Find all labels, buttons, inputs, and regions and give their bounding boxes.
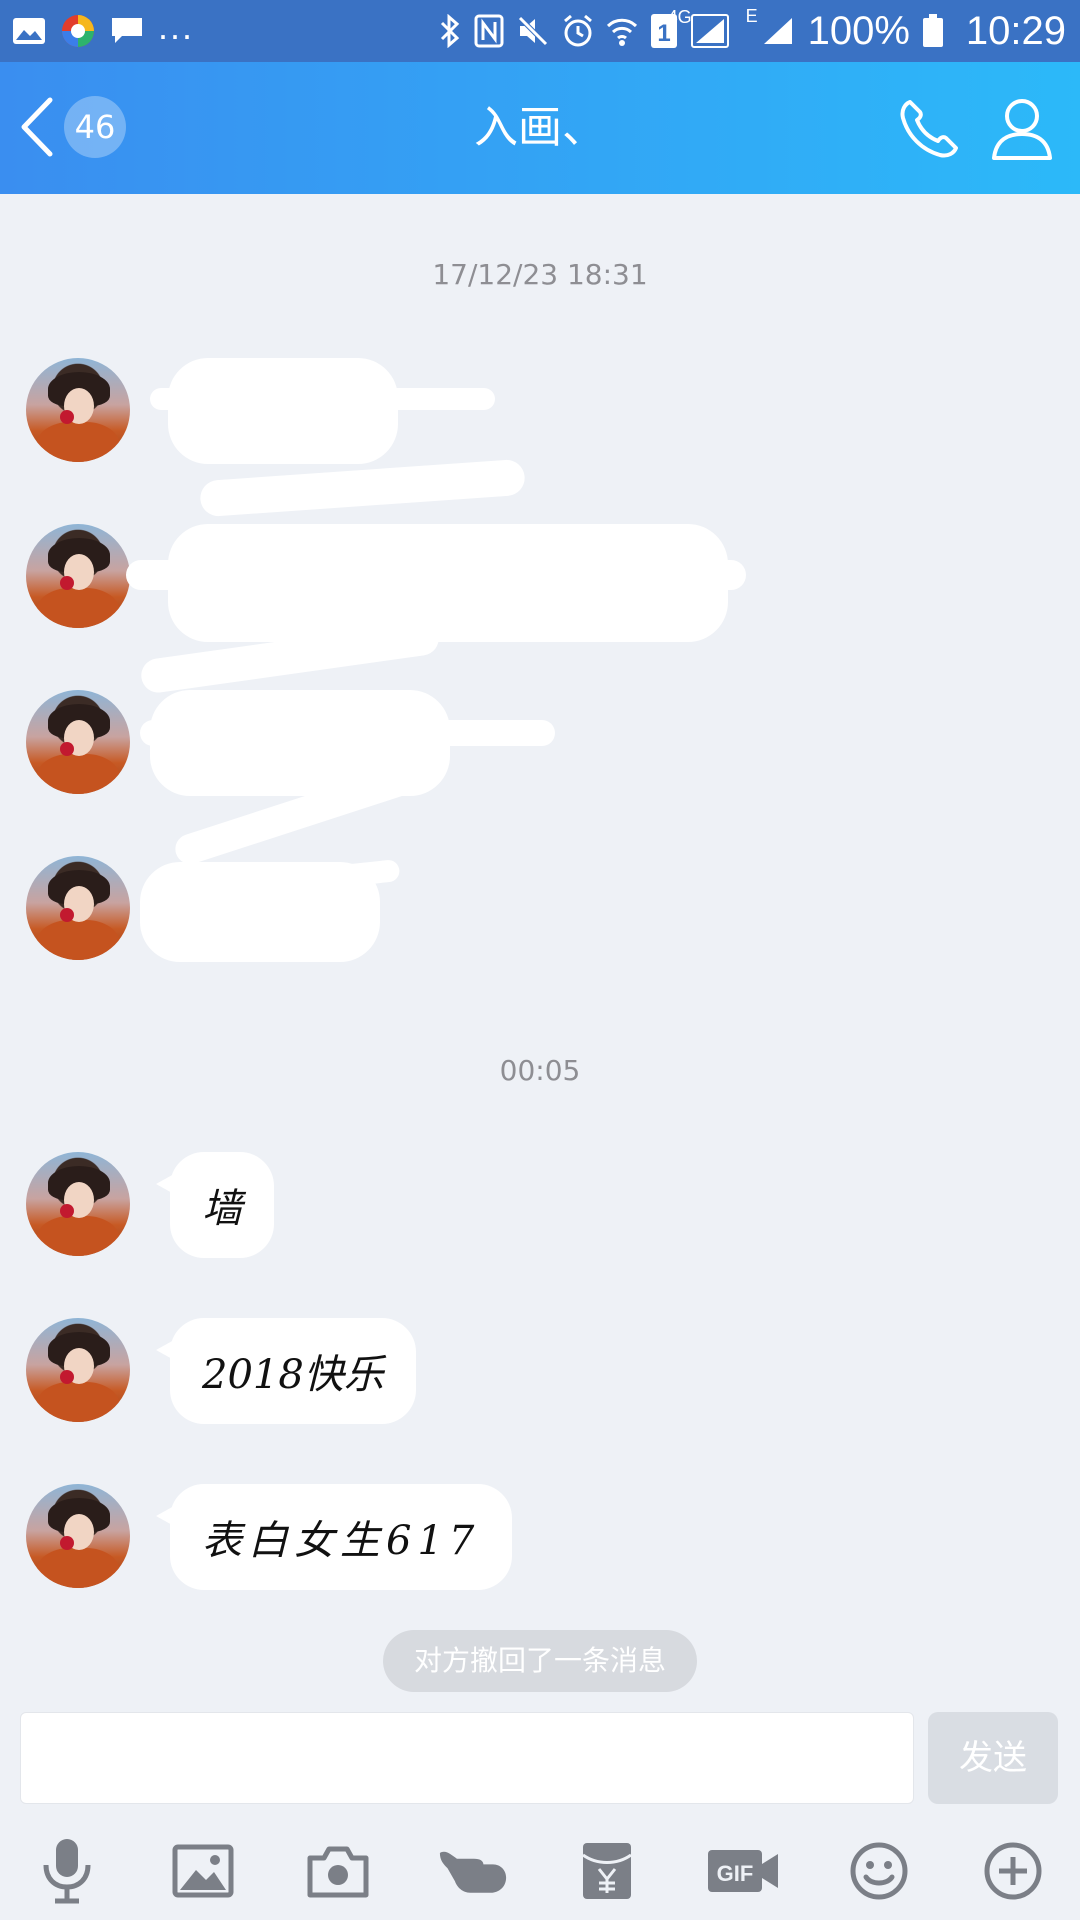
- plus-icon: [984, 1842, 1042, 1900]
- emoji-button[interactable]: [844, 1836, 914, 1906]
- contact-avatar[interactable]: [26, 1318, 130, 1422]
- emoji-icon: [850, 1842, 908, 1900]
- chevron-left-icon: [21, 97, 53, 157]
- contact-avatar[interactable]: [26, 856, 130, 960]
- contact-avatar[interactable]: [26, 358, 130, 462]
- camera-button[interactable]: [303, 1836, 373, 1906]
- mute-icon: [516, 14, 550, 48]
- voice-input-button[interactable]: [32, 1836, 102, 1906]
- image-icon: [172, 1844, 234, 1898]
- poke-button[interactable]: [438, 1836, 508, 1906]
- battery-icon: [922, 14, 944, 48]
- network-4g-label: 4G: [667, 7, 692, 27]
- recall-notice: 对方撤回了一条消息: [383, 1630, 697, 1692]
- gif-button[interactable]: GIF: [706, 1836, 782, 1906]
- message-timestamp: 17/12/23 18:31: [432, 258, 648, 291]
- status-bar: ... 1 4G E 100% 10:29: [0, 0, 1080, 62]
- unread-count-badge: 46: [64, 96, 126, 158]
- browser-notification-icon: [60, 13, 96, 49]
- profile-button[interactable]: [990, 96, 1054, 166]
- more-notifications: ...: [158, 6, 195, 47]
- photo-button[interactable]: [168, 1836, 238, 1906]
- contact-avatar[interactable]: [26, 1152, 130, 1256]
- svg-text:GIF: GIF: [717, 1861, 754, 1886]
- message-bubble[interactable]: 表白女生617: [155, 1484, 513, 1590]
- wifi-icon: [606, 14, 638, 48]
- message-timestamp: 00:05: [499, 1054, 581, 1087]
- gallery-notification-icon: [12, 17, 46, 45]
- battery-percent: 100%: [807, 8, 910, 53]
- user-icon: [992, 99, 1052, 160]
- microphone-icon: [43, 1839, 91, 1904]
- nfc-icon: [474, 14, 504, 48]
- message-notification-icon: [110, 16, 144, 46]
- send-button[interactable]: 发送: [928, 1712, 1058, 1804]
- contact-avatar[interactable]: [26, 1484, 130, 1588]
- contact-avatar[interactable]: [26, 524, 130, 628]
- red-packet-icon: [582, 1843, 632, 1899]
- clock: 10:29: [965, 8, 1066, 53]
- voice-call-button[interactable]: [896, 96, 962, 166]
- message-bubble[interactable]: 2018快乐: [156, 1318, 416, 1424]
- message-input[interactable]: [20, 1712, 914, 1804]
- camera-icon: [307, 1846, 369, 1898]
- message-bubble[interactable]: 墙: [156, 1152, 274, 1258]
- bluetooth-icon: [438, 14, 462, 48]
- red-packet-button[interactable]: [572, 1836, 642, 1906]
- back-button[interactable]: 46: [16, 92, 146, 164]
- contact-avatar[interactable]: [26, 690, 130, 794]
- signal-e-icon: E: [746, 6, 796, 48]
- signal-4g-icon: 4G: [668, 7, 730, 49]
- poke-icon: [439, 1851, 507, 1893]
- more-options-button[interactable]: [978, 1836, 1048, 1906]
- network-e-label: E: [745, 6, 758, 26]
- gif-icon: GIF: [708, 1850, 778, 1892]
- alarm-icon: [562, 14, 594, 48]
- phone-icon: [900, 100, 958, 158]
- chat-header: 46 入画、: [0, 62, 1080, 194]
- input-toolbar: GIF: [0, 1818, 1080, 1920]
